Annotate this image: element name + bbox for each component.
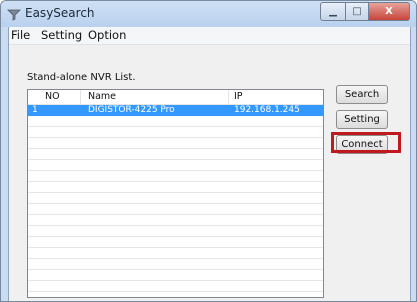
column-divider[interactable] bbox=[80, 90, 81, 104]
title-bar[interactable]: EasySearch ▁ □ X bbox=[1, 1, 416, 27]
nvr-list-label: Stand-alone NVR List. bbox=[27, 72, 136, 83]
row-no: 1 bbox=[32, 105, 38, 115]
column-header-name[interactable]: Name bbox=[88, 91, 116, 102]
empty-row bbox=[28, 281, 323, 292]
column-header-ip[interactable]: IP bbox=[234, 91, 243, 102]
search-button[interactable]: Search bbox=[336, 85, 388, 104]
connect-highlight-box bbox=[331, 132, 401, 153]
window-controls: ▁ □ X bbox=[320, 2, 410, 21]
empty-row bbox=[28, 226, 323, 237]
empty-row bbox=[28, 193, 323, 204]
empty-row bbox=[28, 171, 323, 182]
menu-setting[interactable]: Setting bbox=[41, 28, 82, 42]
empty-row bbox=[28, 182, 323, 193]
app-icon bbox=[7, 9, 21, 21]
row-ip: 192.168.1.245 bbox=[234, 105, 300, 115]
empty-row bbox=[28, 270, 323, 281]
menu-option[interactable]: Option bbox=[88, 28, 126, 42]
empty-row bbox=[28, 127, 323, 138]
column-divider[interactable] bbox=[228, 90, 229, 104]
client-area: File Setting Option Stand-alone NVR List… bbox=[8, 27, 411, 301]
empty-row bbox=[28, 138, 323, 149]
list-row-selected[interactable]: 1 DIGISTOR-4225 Pro 192.168.1.245 bbox=[28, 105, 323, 116]
empty-row bbox=[28, 237, 323, 248]
empty-row bbox=[28, 116, 323, 127]
empty-row bbox=[28, 204, 323, 215]
close-button[interactable]: X bbox=[369, 2, 410, 21]
empty-row bbox=[28, 259, 323, 270]
list-header: NO Name IP bbox=[28, 90, 323, 105]
menu-bar: File Setting Option bbox=[9, 27, 410, 45]
empty-row bbox=[28, 215, 323, 226]
column-header-no[interactable]: NO bbox=[45, 91, 60, 102]
minimize-button[interactable]: ▁ bbox=[320, 2, 346, 21]
menu-file[interactable]: File bbox=[11, 28, 30, 42]
window-title: EasySearch bbox=[25, 6, 95, 20]
empty-row bbox=[28, 160, 323, 171]
maximize-button[interactable]: □ bbox=[346, 2, 369, 21]
empty-row bbox=[28, 248, 323, 259]
row-name: DIGISTOR-4225 Pro bbox=[88, 105, 175, 115]
empty-row bbox=[28, 149, 323, 160]
nvr-list[interactable]: NO Name IP 1 DIGISTOR-4225 Pro 192.168.1… bbox=[27, 89, 324, 298]
setting-button[interactable]: Setting bbox=[336, 110, 388, 129]
